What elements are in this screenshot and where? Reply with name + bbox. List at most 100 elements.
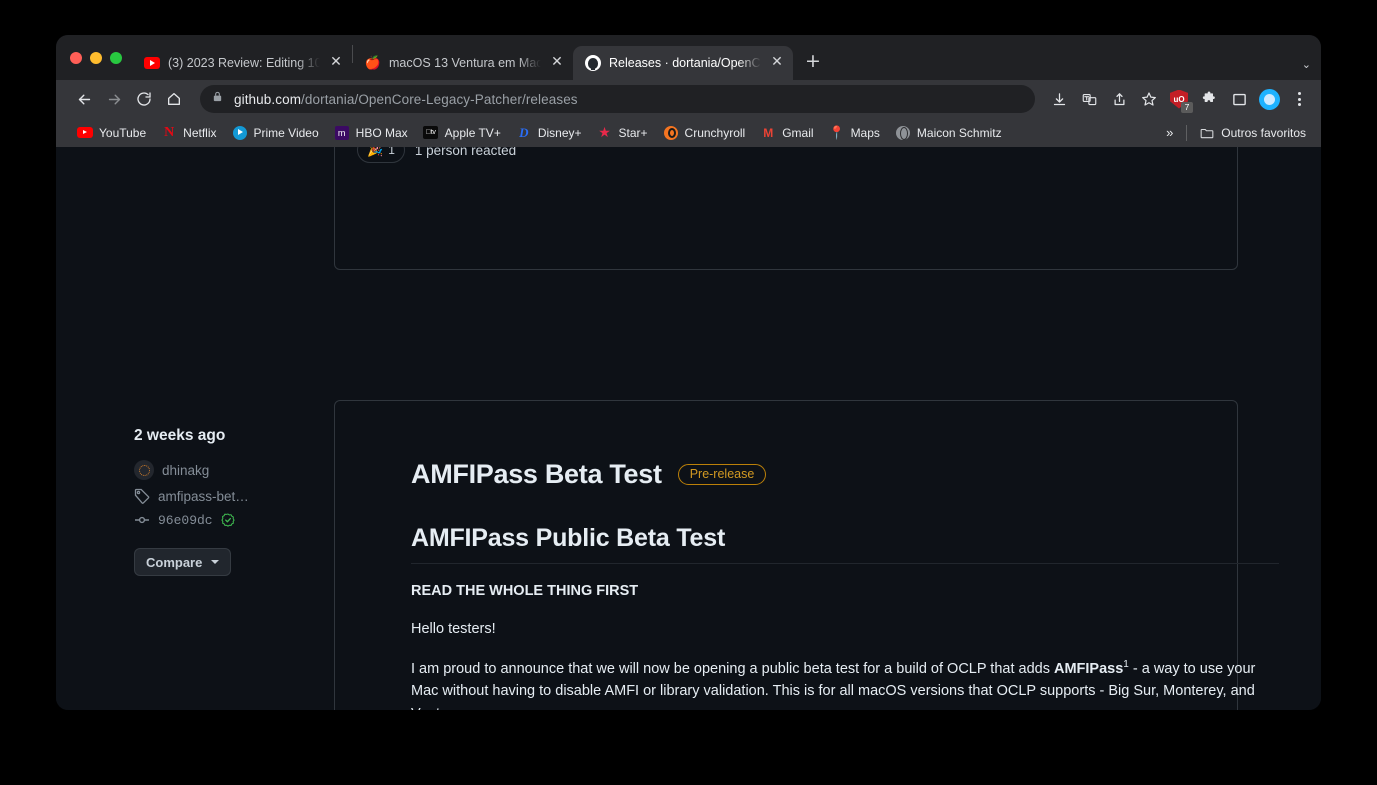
browser-toolbar: github.com/dortania/OpenCore-Legacy-Patc… [56, 80, 1321, 118]
release-date: 2 weeks ago [134, 427, 226, 444]
bookmarks-bar: YouTube N Netflix Prime Video m HBO Max … [56, 118, 1321, 147]
release-title-row: AMFIPass Beta Test Pre-release [411, 459, 1279, 490]
github-releases-page: Source code (zip) 2 weeks ago Source cod… [56, 147, 1321, 710]
google-maps-icon: 📍 [828, 124, 845, 140]
bookmark-crunchyroll[interactable]: Crunchyroll [656, 122, 753, 144]
release-title[interactable]: AMFIPass Beta Test [411, 459, 662, 490]
other-bookmarks-folder[interactable]: Outros favoritos [1192, 122, 1313, 144]
apple-tv-icon: tv [423, 125, 439, 141]
bookmark-apple-tv[interactable]: tv Apple TV+ [416, 122, 508, 144]
lock-icon [212, 90, 224, 108]
home-button[interactable] [160, 85, 188, 113]
bookmark-label: Prime Video [253, 125, 319, 140]
gmail-icon: M [763, 125, 774, 140]
bookmark-label: Star+ [618, 125, 648, 140]
disney-plus-icon: D [519, 124, 529, 140]
new-tab-button[interactable]: + [799, 48, 827, 76]
youtube-icon [144, 55, 160, 71]
status-badge: Pre-release [677, 464, 767, 485]
bookmark-netflix[interactable]: N Netflix [154, 122, 223, 144]
bookmark-label: YouTube [99, 125, 147, 140]
url-path: /dortania/OpenCore-Legacy-Patcher/releas… [301, 91, 578, 107]
url-host: github.com [234, 91, 302, 107]
kebab-menu-icon[interactable] [1285, 85, 1313, 113]
close-tab-button[interactable]: ✕ [769, 55, 785, 71]
release-commit[interactable]: 96e09dc [134, 512, 314, 528]
bookmarks-overflow-button[interactable]: » [1158, 125, 1181, 140]
minimize-window-button[interactable] [90, 51, 102, 64]
ublock-block-count: 7 [1181, 101, 1193, 113]
maximize-window-button[interactable] [110, 51, 122, 64]
close-window-button[interactable] [70, 51, 82, 64]
party-popper-icon: 🎉 [367, 147, 384, 157]
browser-tab-macos-ventura[interactable]: 🍎 macOS 13 Ventura em Macs nã ✕ [353, 46, 573, 80]
amfipass-bold: AMFIPass [1053, 660, 1124, 677]
puzzle-icon[interactable] [1195, 85, 1223, 113]
release-notes-heading-1: AMFIPass Public Beta Test [411, 524, 1279, 564]
reaction-count: 1 [388, 147, 395, 157]
bookmarks-divider [1186, 124, 1188, 141]
release-tag[interactable]: amfipass-bet… [134, 488, 314, 504]
bookmark-label: Maps [850, 125, 880, 140]
bookmark-maps[interactable]: 📍 Maps [822, 122, 887, 144]
share-icon[interactable] [1105, 85, 1133, 113]
tab-search-chevron-down-icon[interactable]: ⌄ [1302, 58, 1311, 71]
toolbar-actions: uO 7 [1045, 85, 1313, 113]
bookmark-disney-plus[interactable]: D Disney+ [509, 122, 589, 144]
tag-icon [134, 488, 150, 504]
release-author[interactable]: dhinakg [134, 460, 314, 480]
download-icon[interactable] [1045, 85, 1073, 113]
address-bar[interactable]: github.com/dortania/OpenCore-Legacy-Patc… [200, 85, 1035, 113]
tab-title: (3) 2023 Review: Editing 1080p [168, 56, 320, 70]
bookmark-star-plus[interactable]: ★ Star+ [590, 122, 655, 144]
side-panel-icon[interactable] [1225, 85, 1253, 113]
apple-icon: 🍎 [364, 55, 382, 70]
tab-title: macOS 13 Ventura em Macs nã [389, 56, 541, 70]
close-tab-button[interactable]: ✕ [328, 55, 344, 71]
folder-icon [1199, 125, 1215, 141]
bookmark-gmail[interactable]: M Gmail [753, 122, 820, 144]
release-body: AMFIPass Beta Test Pre-release AMFIPass … [411, 427, 1279, 710]
browser-tab-youtube[interactable]: (3) 2023 Review: Editing 1080p ✕ [132, 46, 352, 80]
previous-release-card: Source code (zip) 2 weeks ago Source cod… [334, 147, 1238, 270]
profile-avatar-icon[interactable] [1255, 85, 1283, 113]
bookmark-maicon-schmitz[interactable]: Maicon Schmitz [888, 122, 1009, 144]
bookmark-hbo-max[interactable]: m HBO Max [327, 122, 415, 144]
verified-check-icon [220, 513, 235, 527]
star-icon[interactable] [1135, 85, 1163, 113]
browser-tab-github-releases[interactable]: Releases · dortania/OpenCore- ✕ [573, 46, 793, 80]
tab-strip: (3) 2023 Review: Editing 1080p ✕ 🍎 macOS… [56, 35, 1321, 80]
commit-sha: 96e09dc [158, 512, 213, 528]
github-icon [585, 55, 601, 71]
ublock-origin-button[interactable]: uO 7 [1165, 85, 1193, 113]
reactions-row: 🎉 1 1 person reacted [357, 147, 516, 163]
bookmark-label: Gmail [782, 125, 814, 140]
reload-button[interactable] [130, 85, 158, 113]
bookmark-label: HBO Max [355, 125, 408, 140]
forward-button[interactable] [100, 85, 128, 113]
compare-label: Compare [146, 554, 203, 570]
reaction-summary: 1 person reacted [414, 147, 517, 158]
tab-title: Releases · dortania/OpenCore- [609, 56, 761, 70]
close-tab-button[interactable]: ✕ [549, 55, 565, 71]
chevron-down-icon [211, 560, 220, 564]
bookmark-label: Crunchyroll [684, 125, 746, 140]
compare-button[interactable]: Compare [134, 548, 232, 576]
tag-name: amfipass-bet… [158, 488, 249, 504]
bookmark-prime-video[interactable]: Prime Video [225, 122, 326, 144]
bookmark-youtube[interactable]: YouTube [70, 122, 153, 144]
globe-icon [895, 125, 911, 141]
bookmark-label: Maicon Schmitz [916, 125, 1002, 140]
translate-icon[interactable] [1075, 85, 1103, 113]
window-controls [68, 35, 132, 80]
author-name: dhinakg [162, 462, 210, 478]
star-plus-icon: ★ [598, 124, 611, 140]
prime-video-icon [232, 125, 248, 141]
other-bookmarks-label: Outros favoritos [1221, 125, 1306, 140]
back-button[interactable] [70, 85, 98, 113]
reaction-button[interactable]: 🎉 1 [357, 147, 405, 163]
crunchyroll-icon [663, 125, 679, 141]
address-bar-url: github.com/dortania/OpenCore-Legacy-Patc… [234, 92, 578, 107]
netflix-icon: N [164, 124, 175, 140]
read-first-notice: READ THE WHOLE THING FIRST [411, 583, 639, 599]
